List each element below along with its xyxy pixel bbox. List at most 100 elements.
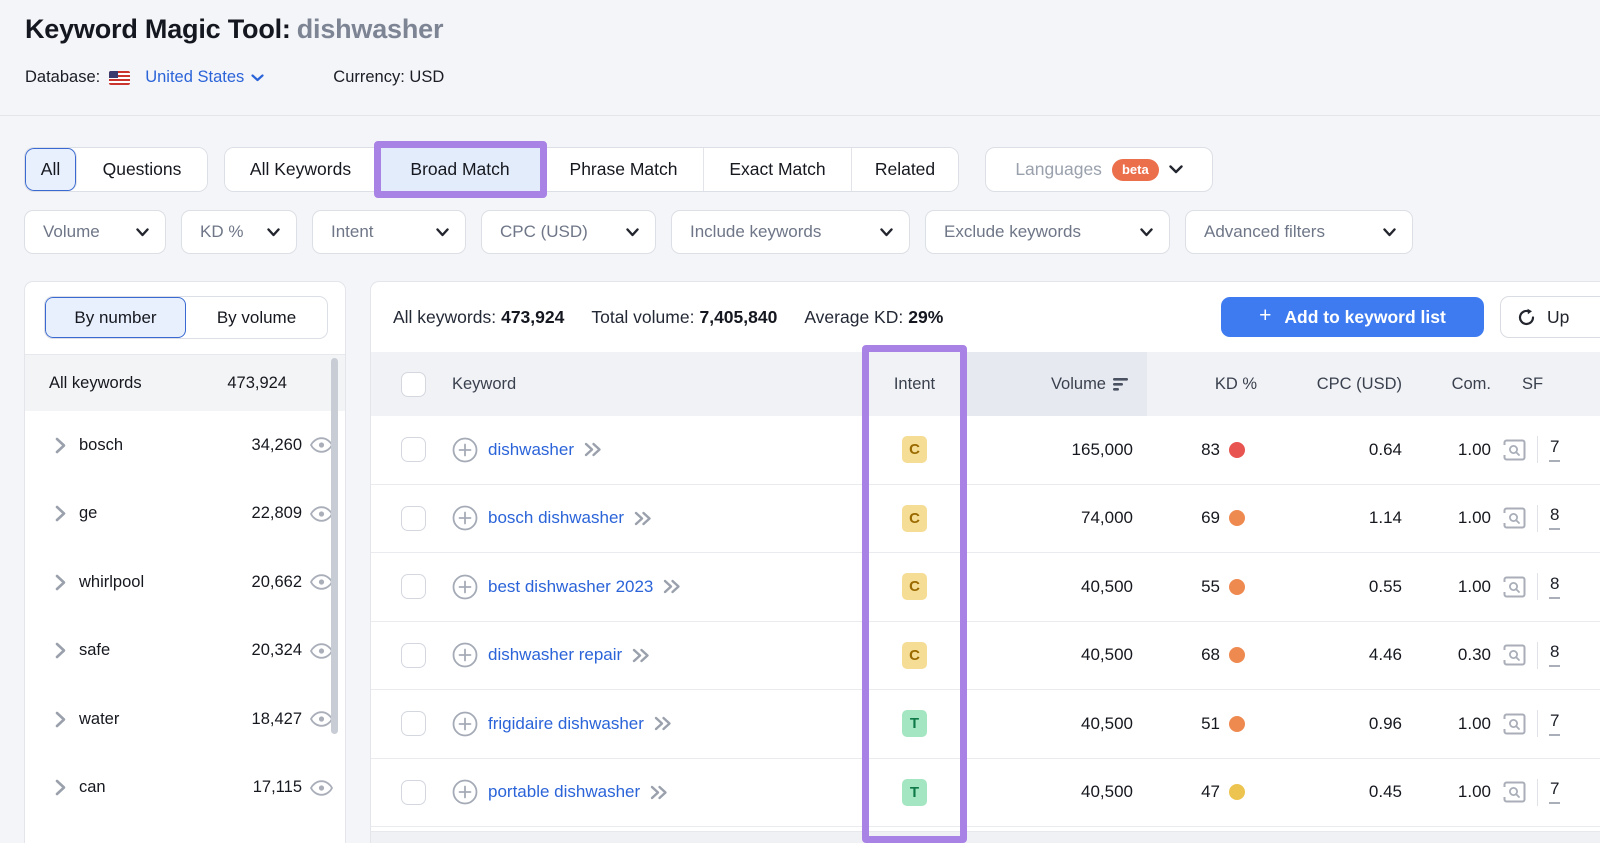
serp-features-icon[interactable]	[1503, 576, 1526, 598]
double-chevron-right-icon[interactable]	[634, 511, 653, 526]
serp-features-icon[interactable]	[1503, 439, 1526, 461]
keyword-link[interactable]: dishwasher repair	[488, 645, 622, 665]
plus-circle-icon[interactable]	[452, 642, 478, 668]
database-selector[interactable]: United States	[109, 68, 264, 87]
row-checkbox[interactable]	[401, 574, 426, 599]
sf-count[interactable]: 8	[1549, 575, 1560, 599]
column-header-sf[interactable]: SF	[1495, 352, 1600, 416]
tab-phrase-match[interactable]: Phrase Match	[544, 148, 704, 191]
tab-all-keywords[interactable]: All Keywords	[225, 148, 377, 191]
by-volume-toggle[interactable]: By volume	[186, 297, 327, 338]
plus-circle-icon[interactable]	[452, 574, 478, 600]
stat-total-volume: Total volume:7,405,840	[591, 307, 777, 328]
by-number-toggle[interactable]: By number	[45, 297, 186, 338]
filter-dropdown[interactable]: Include keywords	[671, 210, 910, 254]
sf-count[interactable]: 8	[1549, 643, 1560, 667]
tab-all[interactable]: All	[25, 148, 77, 191]
database-label: Database:	[25, 68, 100, 87]
serp-features-icon[interactable]	[1503, 781, 1526, 803]
row-checkbox[interactable]	[401, 711, 426, 736]
plus-circle-icon[interactable]	[452, 711, 478, 737]
column-header-intent[interactable]: Intent	[862, 352, 967, 416]
list-item[interactable]: ge 22,809	[25, 480, 345, 549]
column-header-keyword[interactable]: Keyword	[433, 352, 862, 416]
sf-count[interactable]: 7	[1549, 712, 1560, 736]
update-button-label: Up	[1547, 307, 1569, 328]
tab-exact-match[interactable]: Exact Match	[704, 148, 852, 191]
eye-icon[interactable]	[310, 437, 333, 453]
list-item[interactable]: bosch 34,260	[25, 411, 345, 480]
keyword-link[interactable]: portable dishwasher	[488, 782, 640, 802]
keyword-link[interactable]: frigidaire dishwasher	[488, 714, 644, 734]
meta-row: Database: United States Currency: USD	[25, 68, 444, 87]
filter-label: CPC (USD)	[500, 222, 588, 242]
stat-all-keywords: All keywords:473,924	[393, 307, 564, 328]
eye-icon[interactable]	[310, 780, 333, 796]
select-all-checkbox[interactable]	[401, 372, 426, 397]
languages-dropdown[interactable]: Languages beta	[985, 147, 1213, 192]
plus-circle-icon[interactable]	[452, 505, 478, 531]
sf-count[interactable]: 7	[1549, 438, 1560, 462]
scope-tab-group: All Questions	[24, 147, 208, 192]
column-header-cpc[interactable]: CPC (USD)	[1265, 352, 1410, 416]
update-button[interactable]: Up	[1500, 296, 1600, 338]
filter-dropdown[interactable]: Exclude keywords	[925, 210, 1170, 254]
tab-related[interactable]: Related	[852, 148, 958, 191]
column-header-com[interactable]: Com.	[1410, 352, 1495, 416]
filter-dropdown[interactable]: KD %	[181, 210, 297, 254]
row-checkbox[interactable]	[401, 643, 426, 668]
page-title: Keyword Magic Tool:dishwasher	[25, 14, 443, 45]
double-chevron-right-icon[interactable]	[584, 442, 603, 457]
row-checkbox[interactable]	[401, 506, 426, 531]
chevron-right-icon	[55, 574, 66, 591]
filter-dropdown[interactable]: Volume	[24, 210, 166, 254]
keyword-link[interactable]: best dishwasher 2023	[488, 577, 653, 597]
tab-questions[interactable]: Questions	[77, 148, 207, 191]
all-keywords-row[interactable]: All keywords 473,924	[25, 354, 345, 411]
sf-divider	[1537, 642, 1538, 669]
list-item[interactable]: water 18,427	[25, 685, 345, 754]
serp-features-icon[interactable]	[1503, 713, 1526, 735]
sf-count[interactable]: 8	[1549, 506, 1560, 530]
plus-circle-icon[interactable]	[452, 437, 478, 463]
eye-icon[interactable]	[310, 643, 333, 659]
eye-icon[interactable]	[310, 506, 333, 522]
list-item[interactable]: whirlpool 20,662	[25, 548, 345, 617]
sf-count[interactable]: 7	[1549, 780, 1560, 804]
kd-difficulty-dot	[1229, 716, 1245, 732]
row-checkbox[interactable]	[401, 780, 426, 805]
column-header-volume[interactable]: Volume	[967, 352, 1147, 416]
keyword-link[interactable]: dishwasher	[488, 440, 574, 460]
add-to-keyword-list-button[interactable]: + Add to keyword list	[1221, 297, 1484, 337]
eye-icon[interactable]	[310, 711, 333, 727]
filter-dropdown[interactable]: Intent	[312, 210, 466, 254]
column-header-kd[interactable]: KD %	[1147, 352, 1265, 416]
filter-dropdown[interactable]: CPC (USD)	[481, 210, 656, 254]
group-list: bosch 34,260 ge 22,809 whirlpool 20,662 …	[25, 411, 345, 822]
kd-value: 83	[1201, 440, 1220, 460]
plus-circle-icon[interactable]	[452, 779, 478, 805]
list-item[interactable]: can 17,115	[25, 754, 345, 823]
intent-badge: T	[902, 710, 927, 737]
filter-dropdown[interactable]: Advanced filters	[1185, 210, 1413, 254]
list-item[interactable]: safe 20,324	[25, 617, 345, 686]
stat-average-kd: Average KD:29%	[804, 307, 943, 328]
table-row: dishwasher repair C 40,500 68 4.46 0.30 …	[371, 622, 1600, 691]
double-chevron-right-icon[interactable]	[654, 716, 673, 731]
double-chevron-right-icon[interactable]	[663, 579, 682, 594]
double-chevron-right-icon[interactable]	[632, 648, 651, 663]
eye-icon[interactable]	[310, 574, 333, 590]
tab-broad-match[interactable]: Broad Match	[377, 148, 544, 191]
double-chevron-right-icon[interactable]	[650, 785, 669, 800]
keyword-link[interactable]: bosch dishwasher	[488, 508, 624, 528]
row-checkbox[interactable]	[401, 437, 426, 462]
sf-divider	[1537, 573, 1538, 600]
group-count: 20,324	[252, 641, 302, 660]
serp-features-icon[interactable]	[1503, 507, 1526, 529]
table-row: frigidaire dishwasher T 40,500 51 0.96 1…	[371, 690, 1600, 759]
serp-features-icon[interactable]	[1503, 644, 1526, 666]
group-label: safe	[79, 641, 110, 660]
sidebar-scrollbar[interactable]	[331, 358, 338, 734]
tool-title: Keyword Magic Tool:	[25, 14, 291, 44]
currency-label: Currency:	[333, 68, 405, 86]
